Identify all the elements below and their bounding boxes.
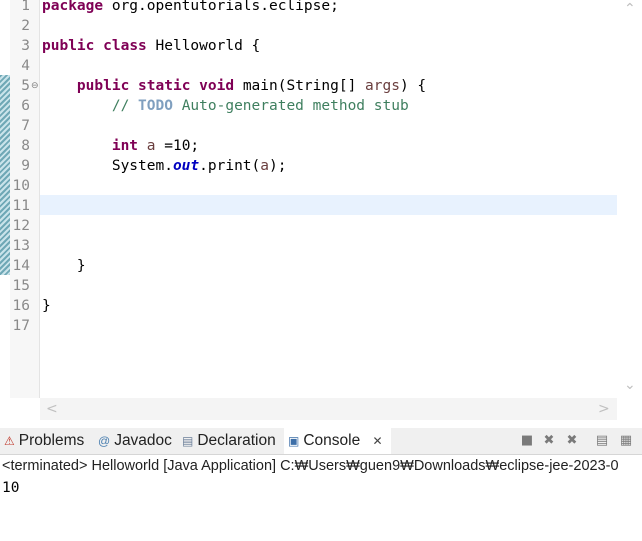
scroll-left-arrow[interactable]: <: [46, 402, 58, 416]
console-status: <terminated> Helloworld [Java Applicatio…: [2, 458, 619, 474]
close-icon[interactable]: ✕: [373, 434, 383, 448]
remove-all-terminated-icon[interactable]: ✖: [563, 432, 581, 450]
pin-console-icon[interactable]: ▤: [593, 432, 611, 450]
line-number: 11: [12, 198, 30, 214]
line-number: 13: [12, 238, 30, 254]
scroll-right-arrow[interactable]: >: [598, 402, 610, 416]
line-number: 9: [21, 158, 30, 174]
javadoc-icon: @: [98, 434, 111, 448]
tab-label: Console: [303, 432, 361, 449]
line-number: 3: [21, 38, 30, 54]
code-line-9[interactable]: System.out.print(a);: [42, 156, 287, 176]
declaration-icon: ▤: [182, 434, 194, 448]
problems-icon: ⚠: [4, 434, 15, 448]
remove-launch-icon[interactable]: ✖: [540, 432, 558, 450]
code-editor[interactable]: 1 2 3 4 5 6 7 8 9 10 11 12 13 14 15 16 1…: [0, 0, 642, 420]
tab-problems[interactable]: ⚠ Problems: [4, 428, 84, 454]
line-number: 7: [21, 118, 30, 134]
tab-declaration[interactable]: ▤ Declaration: [182, 428, 276, 454]
line-number: 2: [21, 18, 30, 34]
code-line-3[interactable]: public class Helloworld {: [42, 36, 260, 56]
tab-label: Problems: [18, 432, 85, 449]
console-output[interactable]: 10: [2, 478, 19, 498]
console-icon: ▣: [288, 434, 300, 448]
tab-javadoc[interactable]: @ Javadoc: [98, 428, 172, 454]
collapse-icon[interactable]: ⊖: [31, 81, 39, 91]
code-line-1[interactable]: package org.opentutorials.eclipse;: [42, 0, 339, 16]
code-line-8[interactable]: int a =10;: [42, 136, 199, 156]
display-console-icon[interactable]: ▦: [617, 432, 635, 450]
line-number: 10: [12, 178, 30, 194]
line-number: 14: [12, 258, 30, 274]
scroll-up-arrow[interactable]: ⌃: [624, 2, 636, 16]
line-number: 12: [12, 218, 30, 234]
line-number: 16: [12, 298, 30, 314]
code-line-6[interactable]: // TODO Auto-generated method stub: [42, 96, 409, 116]
line-number: 6: [21, 98, 30, 114]
line-number: 4: [21, 58, 30, 74]
change-indicator-bar: [0, 75, 10, 275]
line-number: 17: [12, 318, 30, 334]
code-line-14[interactable]: }: [42, 256, 86, 276]
line-number: 1: [21, 0, 30, 14]
code-line-16[interactable]: }: [42, 296, 51, 316]
line-number: 5: [21, 78, 30, 94]
scroll-down-arrow[interactable]: ⌄: [624, 378, 636, 392]
code-line-5[interactable]: public static void main(String[] args) {: [42, 76, 426, 96]
current-line-highlight: [40, 195, 617, 215]
tab-console[interactable]: ▣ Console ✕: [284, 428, 391, 454]
line-number: 8: [21, 138, 30, 154]
horizontal-scrollbar[interactable]: < >: [40, 398, 617, 420]
vertical-scrollbar[interactable]: ⌃ ⌄: [617, 0, 642, 398]
tab-label: Javadoc: [114, 432, 172, 449]
tab-label: Declaration: [197, 432, 276, 449]
terminate-icon[interactable]: ■: [518, 432, 536, 450]
line-number: 15: [12, 278, 30, 294]
